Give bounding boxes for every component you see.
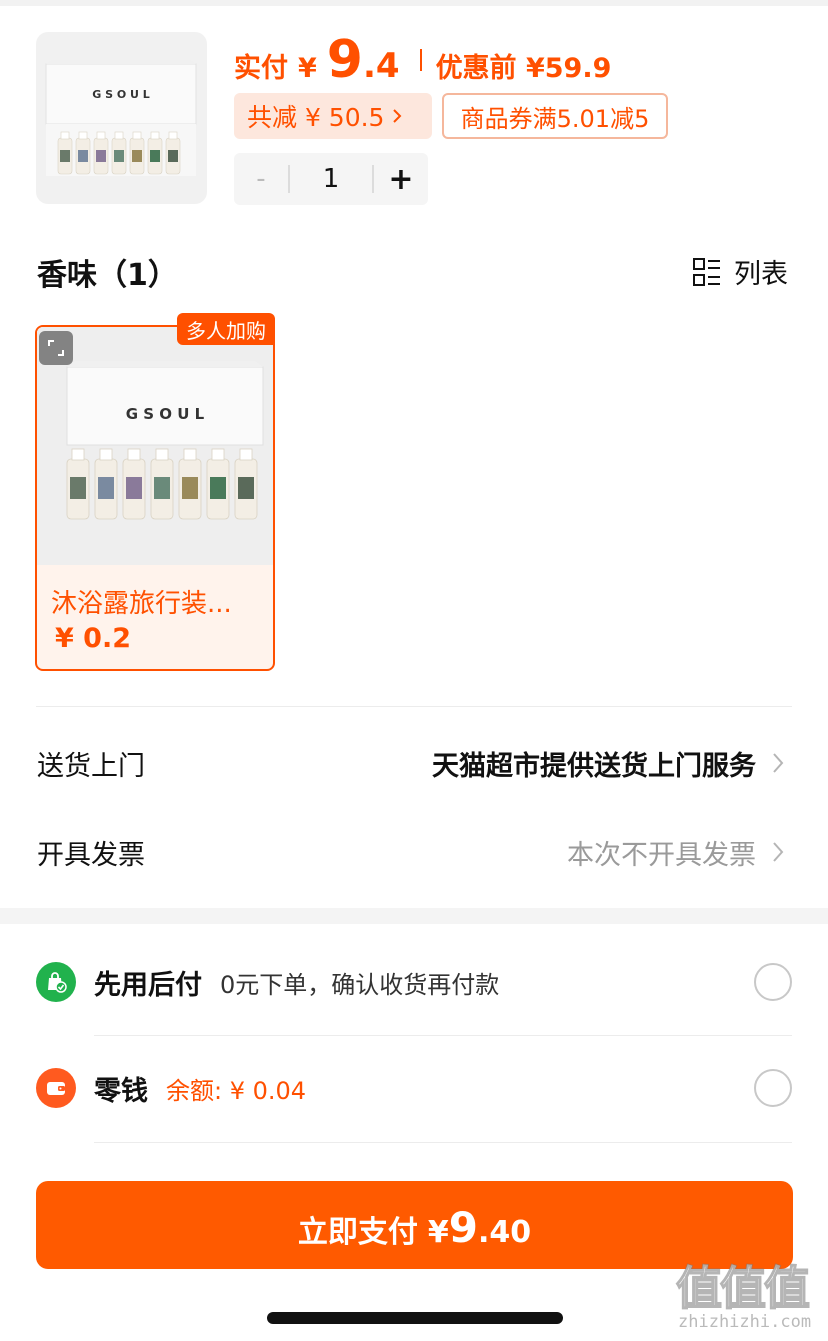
price-separator: [419, 49, 422, 71]
watermark-main: 值值值: [675, 1261, 811, 1315]
invoice-label: 开具发票: [37, 839, 145, 871]
box-brand-text: G S O U L: [92, 88, 150, 101]
payment-option-bnpl[interactable]: 先用后付 0元下单，确认收货再付款: [36, 962, 792, 1002]
option-divider: [94, 1142, 792, 1143]
invoice-row[interactable]: 开具发票 本次不开具发票: [37, 831, 784, 873]
price-summary: 实付 ¥ 9 .4 优惠前 ¥59.9: [234, 30, 611, 90]
original-price: 优惠前 ¥59.9: [435, 53, 612, 84]
variant-price: ¥ 0.2: [55, 623, 132, 654]
payment-desc: 余额: ¥ 0.04: [166, 1076, 307, 1105]
pay-amount-dec: .4: [362, 46, 400, 86]
popular-badge: 多人加购: [177, 313, 275, 345]
chevron-right-icon: [393, 109, 402, 123]
pay-now-button[interactable]: 立即支付 ¥ 9 .40: [36, 1181, 793, 1269]
delivery-row[interactable]: 送货上门 天猫超市提供送货上门服务: [37, 742, 784, 784]
scent-variant-card[interactable]: G S O U L 多人加购 沐浴露旅行装... ¥ 0.2: [35, 313, 275, 671]
increase-button[interactable]: +: [374, 162, 428, 197]
variant-box-brand-text: G S O U L: [126, 405, 205, 423]
pay-label: 实付: [234, 53, 288, 84]
payment-radio[interactable]: [754, 1069, 792, 1107]
shopping-bag-check-icon: [36, 962, 76, 1002]
quantity-value[interactable]: 1: [290, 164, 372, 194]
payment-option-wallet[interactable]: 零钱 余额: ¥ 0.04: [36, 1068, 792, 1108]
payment-title: 零钱: [94, 1075, 148, 1107]
list-view-icon: [693, 257, 720, 286]
chevron-right-icon: [773, 753, 784, 773]
wallet-icon: [36, 1068, 76, 1108]
delivery-value: 天猫超市提供送货上门服务: [432, 750, 756, 782]
pay-amount-int: 9: [326, 30, 363, 90]
discount-chip[interactable]: 共减 ¥ 50.5: [234, 93, 432, 139]
payment-title: 先用后付: [94, 969, 202, 1001]
decrease-button[interactable]: -: [234, 164, 288, 194]
pay-button-label: 立即支付: [297, 1215, 418, 1250]
payment-radio[interactable]: [754, 963, 792, 1001]
list-view-toggle[interactable]: 列表: [692, 252, 788, 291]
home-indicator: [267, 1312, 563, 1324]
expand-image-button[interactable]: [39, 331, 73, 365]
expand-icon: [48, 340, 64, 356]
quantity-stepper: - 1 +: [234, 153, 428, 205]
invoice-value-wrap: 本次不开具发票: [567, 833, 784, 872]
watermark-sub: zhizhizhi.com: [678, 1312, 812, 1332]
pay-button-dec: .40: [477, 1215, 532, 1250]
product-image: G S O U L: [45, 60, 197, 176]
section-gap: [0, 908, 828, 924]
pay-yen: ¥: [298, 53, 317, 84]
payment-desc: 0元下单，确认收货再付款: [220, 970, 500, 999]
invoice-value: 本次不开具发票: [567, 839, 756, 871]
delivery-value-wrap: 天猫超市提供送货上门服务: [432, 744, 784, 783]
section-divider: [36, 706, 792, 707]
delivery-label: 送货上门: [37, 750, 145, 782]
discount-text: 共减 ¥ 50.5: [247, 103, 385, 132]
site-watermark: 值值值 zhizhizhi.com: [675, 1261, 824, 1338]
variant-image-wrap: G S O U L: [37, 327, 273, 565]
chevron-right-icon: [773, 842, 784, 862]
variant-name: 沐浴露旅行装...: [51, 589, 232, 619]
variant-image: G S O U L: [37, 327, 273, 565]
scent-section-title: 香味（1）: [37, 258, 178, 293]
pay-button-yen: ¥: [427, 1215, 449, 1250]
option-divider: [94, 1035, 792, 1036]
top-divider: [0, 0, 828, 6]
coupon-chip[interactable]: 商品券满5.01减5: [442, 93, 668, 139]
list-view-label: 列表: [734, 259, 788, 290]
pay-button-int: 9: [448, 1203, 478, 1252]
coupon-text: 商品券满5.01减5: [460, 104, 650, 133]
product-thumbnail[interactable]: G S O U L: [36, 32, 207, 204]
